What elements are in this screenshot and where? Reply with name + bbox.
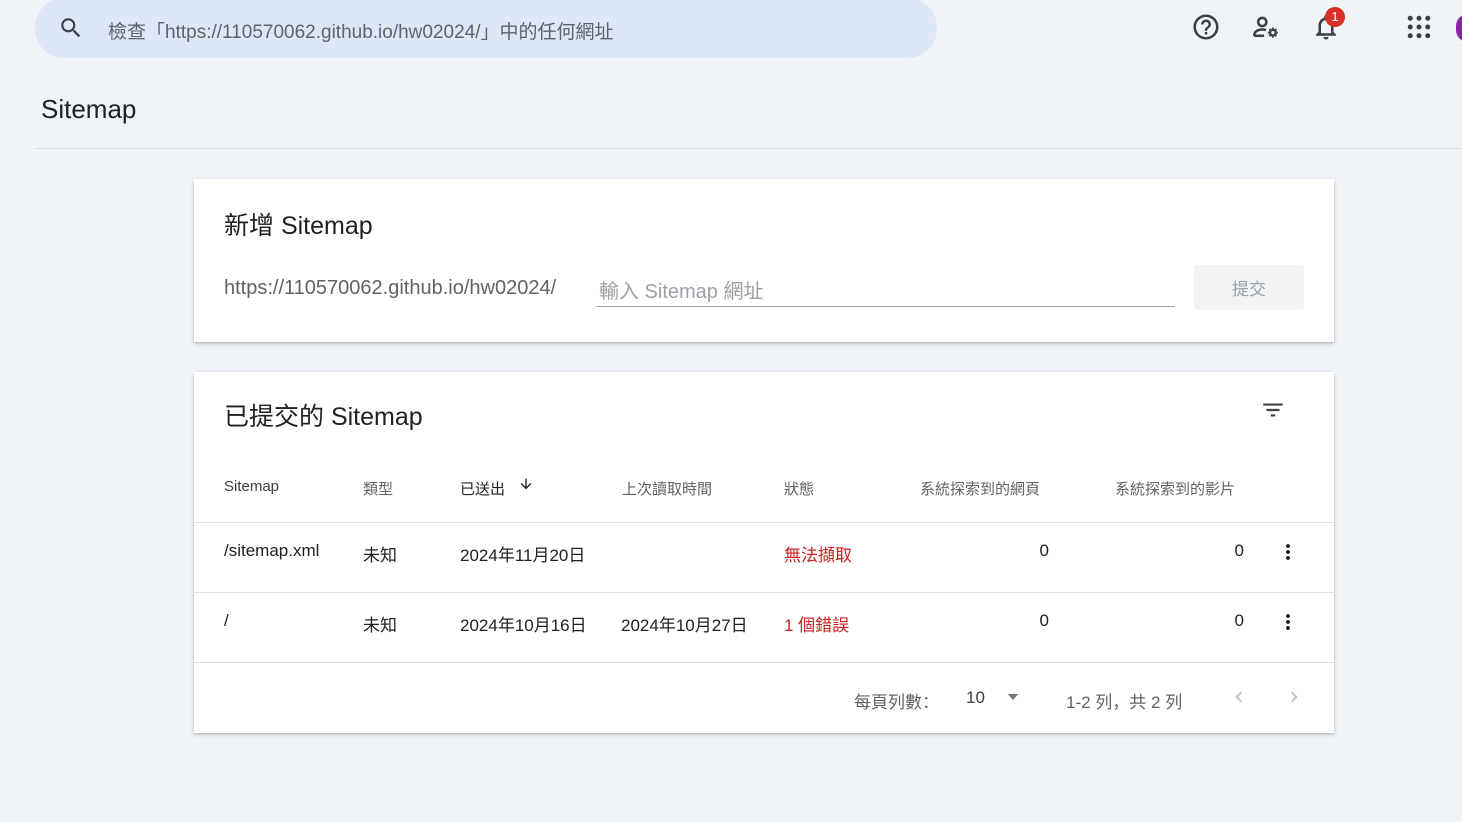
row-sitemap[interactable]: /sitemap.xml (224, 541, 319, 561)
sort-descending-icon[interactable] (518, 475, 534, 493)
row-status: 無法擷取 (784, 546, 852, 565)
pagination-range: 1-2 列，共 2 列 (1066, 693, 1183, 712)
row-discovered-videos: 0 (1234, 541, 1244, 560)
top-bar: 檢查「https://110570062.github.io/hw02024/」… (0, 0, 1462, 60)
column-header-last-read[interactable]: 上次讀取時間 (622, 478, 712, 499)
row-last-read: 2024年10月27日 (621, 616, 748, 635)
apps-grid-icon[interactable] (1404, 12, 1434, 42)
add-sitemap-card: 新增 Sitemap https://110570062.github.io/h… (194, 179, 1334, 342)
row-status: 1 個錯誤 (784, 616, 850, 635)
account-avatar[interactable] (1456, 14, 1462, 42)
page-title: Sitemap (41, 94, 137, 124)
row-submitted-date: 2024年11月20日 (460, 546, 586, 565)
add-sitemap-title: 新增 Sitemap (224, 212, 373, 240)
more-vert-icon[interactable] (1276, 610, 1300, 634)
submit-button[interactable]: 提交 (1194, 265, 1304, 310)
chevron-right-icon[interactable] (1283, 685, 1305, 709)
notification-badge: 1 (1325, 7, 1345, 27)
column-header-sitemap[interactable]: Sitemap (224, 478, 279, 495)
column-header-submitted[interactable]: 已送出 (460, 478, 505, 499)
row-divider (194, 592, 1334, 593)
more-vert-icon[interactable] (1276, 540, 1300, 564)
column-header-type[interactable]: 類型 (363, 478, 393, 499)
help-icon[interactable] (1191, 12, 1221, 42)
table-header-divider (194, 522, 1334, 523)
sitemap-url-prefix: https://110570062.github.io/hw02024/ (224, 277, 557, 299)
manage-users-icon[interactable] (1251, 12, 1281, 42)
column-header-discovered-videos[interactable]: 系統探索到的影片 (1115, 478, 1235, 499)
search-icon[interactable] (58, 15, 84, 41)
row-divider (194, 662, 1334, 663)
row-type: 未知 (363, 616, 397, 635)
row-submitted-date: 2024年10月16日 (460, 616, 587, 635)
row-discovered-videos: 0 (1234, 611, 1244, 630)
row-discovered-pages: 0 (1039, 541, 1049, 560)
dropdown-arrow-icon[interactable] (1004, 690, 1022, 704)
filter-icon[interactable] (1258, 397, 1288, 423)
rows-per-page-select[interactable]: 10 (966, 688, 985, 708)
row-sitemap[interactable]: / (224, 611, 229, 631)
column-header-status[interactable]: 狀態 (784, 478, 814, 499)
rows-per-page-label: 每頁列數： (854, 693, 939, 712)
submitted-sitemaps-title: 已提交的 Sitemap (224, 403, 423, 431)
sitemap-url-input[interactable] (597, 278, 1175, 307)
row-type: 未知 (363, 546, 397, 565)
chevron-left-icon[interactable] (1228, 685, 1250, 709)
header-divider (36, 148, 1462, 149)
search-placeholder[interactable]: 檢查「https://110570062.github.io/hw02024/」… (108, 17, 614, 44)
submitted-sitemaps-card: 已提交的 Sitemap Sitemap 類型 已送出 上次讀取時間 狀態 系統… (194, 372, 1334, 733)
column-header-discovered-pages[interactable]: 系統探索到的網頁 (920, 478, 1040, 499)
row-discovered-pages: 0 (1039, 611, 1049, 630)
